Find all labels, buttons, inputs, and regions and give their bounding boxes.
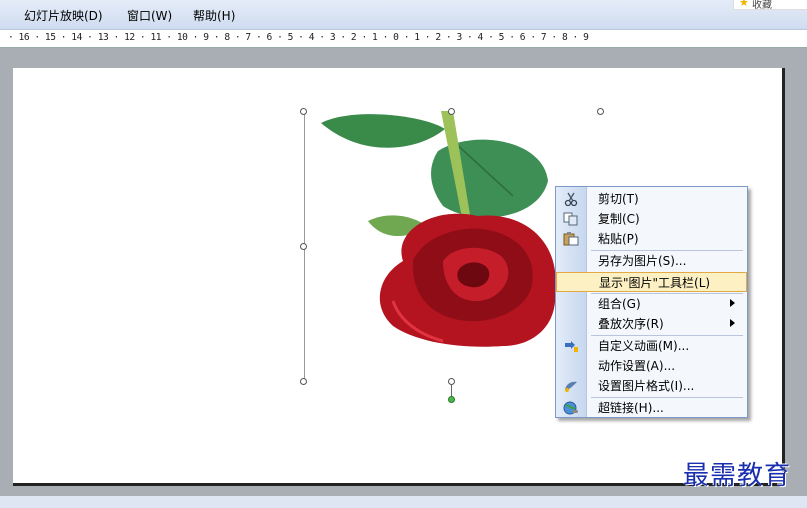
menu-item-label: 复制(C) [598,212,640,226]
menu-slideshow[interactable]: 幻灯片放映(D) [24,9,103,23]
hyperlink-icon [563,401,579,415]
rotation-handle[interactable] [448,396,455,403]
resize-handle-top[interactable] [448,108,455,115]
menu-item-label: 组合(G) [598,297,641,311]
favorite-button[interactable]: ★ 收藏 [733,0,807,10]
watermark-logo: 最需教育 [683,461,792,491]
resize-handle-left[interactable] [300,243,307,250]
menu-item-label: 剪切(T) [598,192,639,206]
resize-handle-top-left[interactable] [300,108,307,115]
menu-item-label: 另存为图片(S)... [598,254,687,268]
menu-item-label: 自定义动画(M)... [598,339,690,353]
menu-item-action-settings[interactable]: 动作设置(A)... [556,356,747,376]
ruler-scale: · 16 · 15 · 14 · 13 · 12 · 11 · 10 · 9 ·… [8,32,589,43]
favorite-label: 收藏 [752,0,772,10]
horizontal-ruler[interactable]: · 16 · 15 · 14 · 13 · 12 · 11 · 10 · 9 ·… [0,30,807,48]
animation-icon [563,339,579,353]
menu-bar: 幻灯片放映(D) 窗口(W) 帮助(H) [0,0,807,30]
paste-icon [563,232,579,246]
submenu-arrow-icon [730,299,735,307]
menu-item-label: 超链接(H)... [598,401,664,415]
menu-item-order[interactable]: 叠放次序(R) [556,314,747,334]
scissors-icon [563,192,579,207]
bottom-bar [0,496,807,508]
menu-item-format-picture[interactable]: 设置图片格式(I)... [556,376,747,396]
menu-item-custom-animation[interactable]: 自定义动画(M)... [556,336,747,356]
menu-item-group[interactable]: 组合(G) [556,294,747,314]
menu-help[interactable]: 帮助(H) [193,9,235,23]
submenu-arrow-icon [730,319,735,327]
menu-window[interactable]: 窗口(W) [127,9,172,23]
resize-handle-bottom-left[interactable] [300,378,307,385]
menu-item-paste[interactable]: 粘贴(P) [556,229,747,249]
menu-item-label: 设置图片格式(I)... [598,379,695,393]
context-menu: 剪切(T) 复制(C) 粘贴(P) 另存为图片(S)... 显示"图片"工具栏(… [555,186,748,418]
menu-item-label: 叠放次序(R) [598,317,664,331]
copy-icon [563,212,579,226]
menu-item-save-as-picture[interactable]: 另存为图片(S)... [556,251,747,271]
resize-handle-top-right[interactable] [597,108,604,115]
resize-handle-bottom[interactable] [448,378,455,385]
menu-item-label: 动作设置(A)... [598,359,676,373]
menu-item-copy[interactable]: 复制(C) [556,209,747,229]
menu-item-label: 粘贴(P) [598,232,639,246]
star-icon: ★ [739,0,749,9]
menu-item-label: 显示"图片"工具栏(L) [599,276,711,290]
menu-item-cut[interactable]: 剪切(T) [556,189,747,209]
format-picture-icon [563,379,579,393]
menu-item-show-picture-toolbar[interactable]: 显示"图片"工具栏(L) [556,272,747,292]
menu-item-hyperlink[interactable]: 超链接(H)... [556,398,747,418]
